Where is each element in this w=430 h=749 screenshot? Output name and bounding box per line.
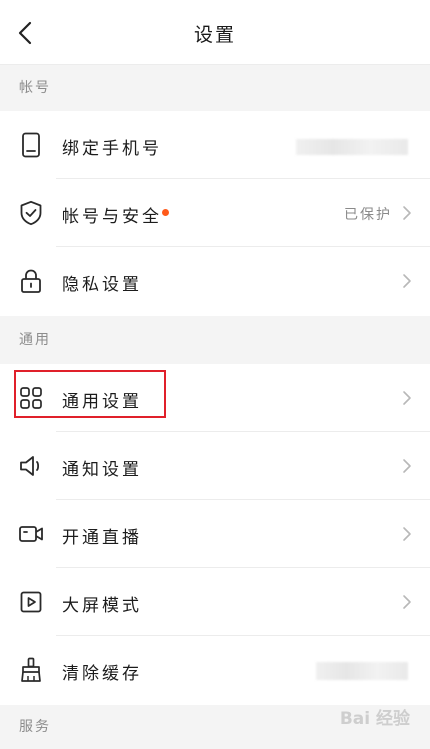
chevron-right-icon [403, 595, 411, 609]
row-label: 通知设置 [62, 460, 142, 480]
section-header-account: 帐号 [0, 65, 430, 111]
shield-check-icon [18, 200, 44, 226]
chevron-right-icon [403, 527, 411, 541]
lock-icon [18, 268, 44, 294]
row-notification-settings[interactable]: 通知设置 [0, 432, 430, 500]
row-big-screen-mode[interactable]: 大屏模式 [0, 568, 430, 636]
row-privacy[interactable]: 隐私设置 [0, 247, 430, 316]
row-label: 开通直播 [62, 528, 142, 548]
chevron-right-icon [403, 391, 411, 405]
chevron-right-icon [403, 459, 411, 473]
row-label: 清除缓存 [62, 664, 142, 684]
nav-bar: 设置 [0, 0, 430, 65]
page-title: 设置 [193, 24, 236, 46]
chevron-right-icon [403, 206, 411, 220]
video-camera-icon [18, 521, 44, 547]
row-general-settings[interactable]: 通用设置 [0, 364, 430, 432]
row-label: 隐私设置 [62, 275, 142, 295]
play-screen-icon [18, 589, 44, 615]
phone-icon [18, 132, 44, 158]
speaker-icon [18, 453, 44, 479]
blurred-cache-size [316, 662, 408, 680]
row-bind-phone[interactable]: 绑定手机号 [0, 111, 430, 179]
row-live-streaming[interactable]: 开通直播 [0, 500, 430, 568]
row-account-security[interactable]: 帐号与安全 已保护 [0, 179, 430, 247]
section-header-general: 通用 [0, 316, 430, 364]
grid-icon [18, 385, 44, 411]
notification-dot [162, 209, 169, 216]
security-status: 已保护 [344, 207, 392, 223]
row-label: 帐号与安全 [62, 207, 162, 227]
row-label: 通用设置 [62, 392, 142, 412]
blurred-phone-value [296, 139, 408, 155]
row-label: 绑定手机号 [62, 139, 162, 159]
watermark: Bai 经验 [339, 709, 410, 729]
row-label: 大屏模式 [62, 596, 142, 616]
chevron-right-icon [403, 274, 411, 288]
broom-icon [18, 657, 44, 683]
row-clear-cache[interactable]: 清除缓存 [0, 636, 430, 705]
